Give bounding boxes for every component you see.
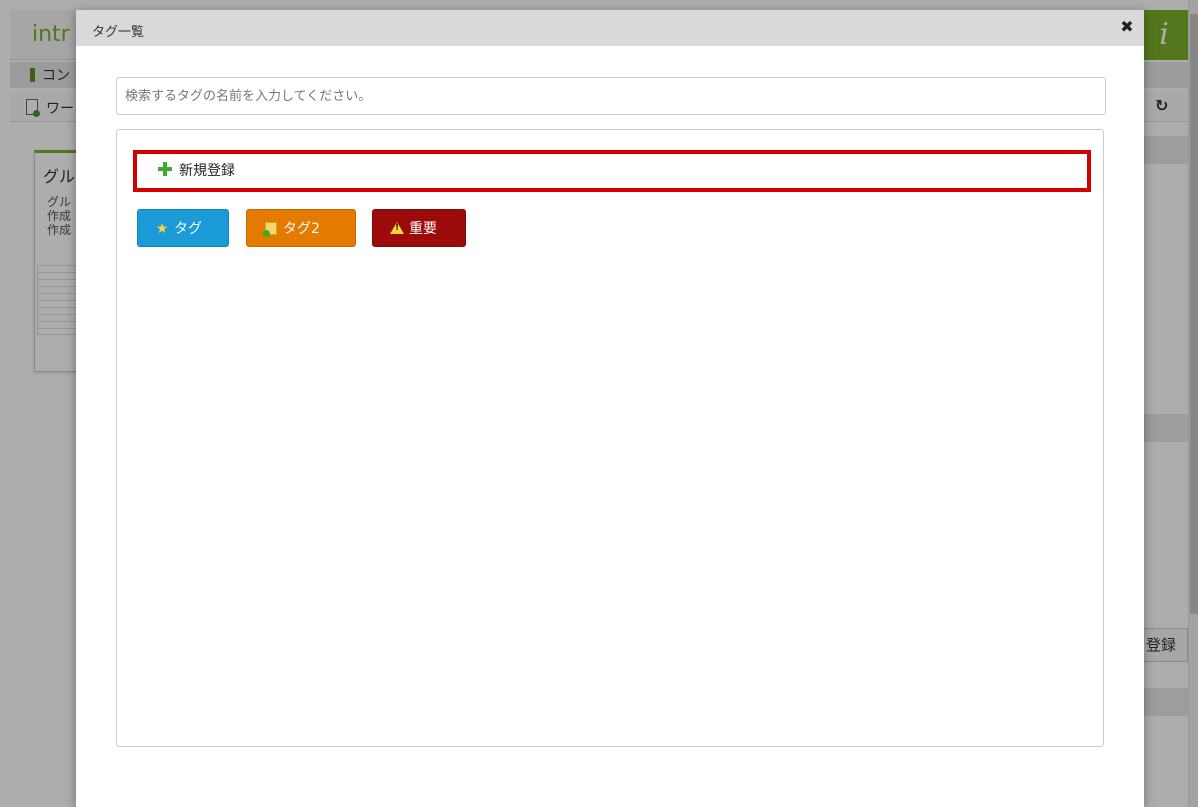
note-icon <box>263 222 277 237</box>
tag-button[interactable]: ★ タグ <box>137 209 229 247</box>
dialog-title: タグ一覧 <box>92 25 145 40</box>
tag-list-dialog: タグ一覧 ✖ 新規登録 ★ タグ タグ2 重要 <box>76 10 1144 807</box>
dialog-titlebar: タグ一覧 ✖ <box>76 10 1144 46</box>
new-registration-button[interactable]: 新規登録 <box>133 150 1091 192</box>
close-icon[interactable]: ✖ <box>1116 16 1138 38</box>
star-icon: ★ <box>155 221 169 237</box>
tag-panel: 新規登録 ★ タグ タグ2 重要 <box>116 129 1104 747</box>
new-registration-label: 新規登録 <box>179 163 235 179</box>
tag-label: タグ2 <box>283 221 320 237</box>
tag-label: タグ <box>174 221 202 237</box>
warning-icon <box>390 222 404 234</box>
tag-label: 重要 <box>409 221 437 237</box>
tag-search-input[interactable] <box>116 77 1106 115</box>
tag-button[interactable]: タグ2 <box>246 209 356 247</box>
tag-button[interactable]: 重要 <box>372 209 466 247</box>
plus-icon <box>157 161 173 177</box>
